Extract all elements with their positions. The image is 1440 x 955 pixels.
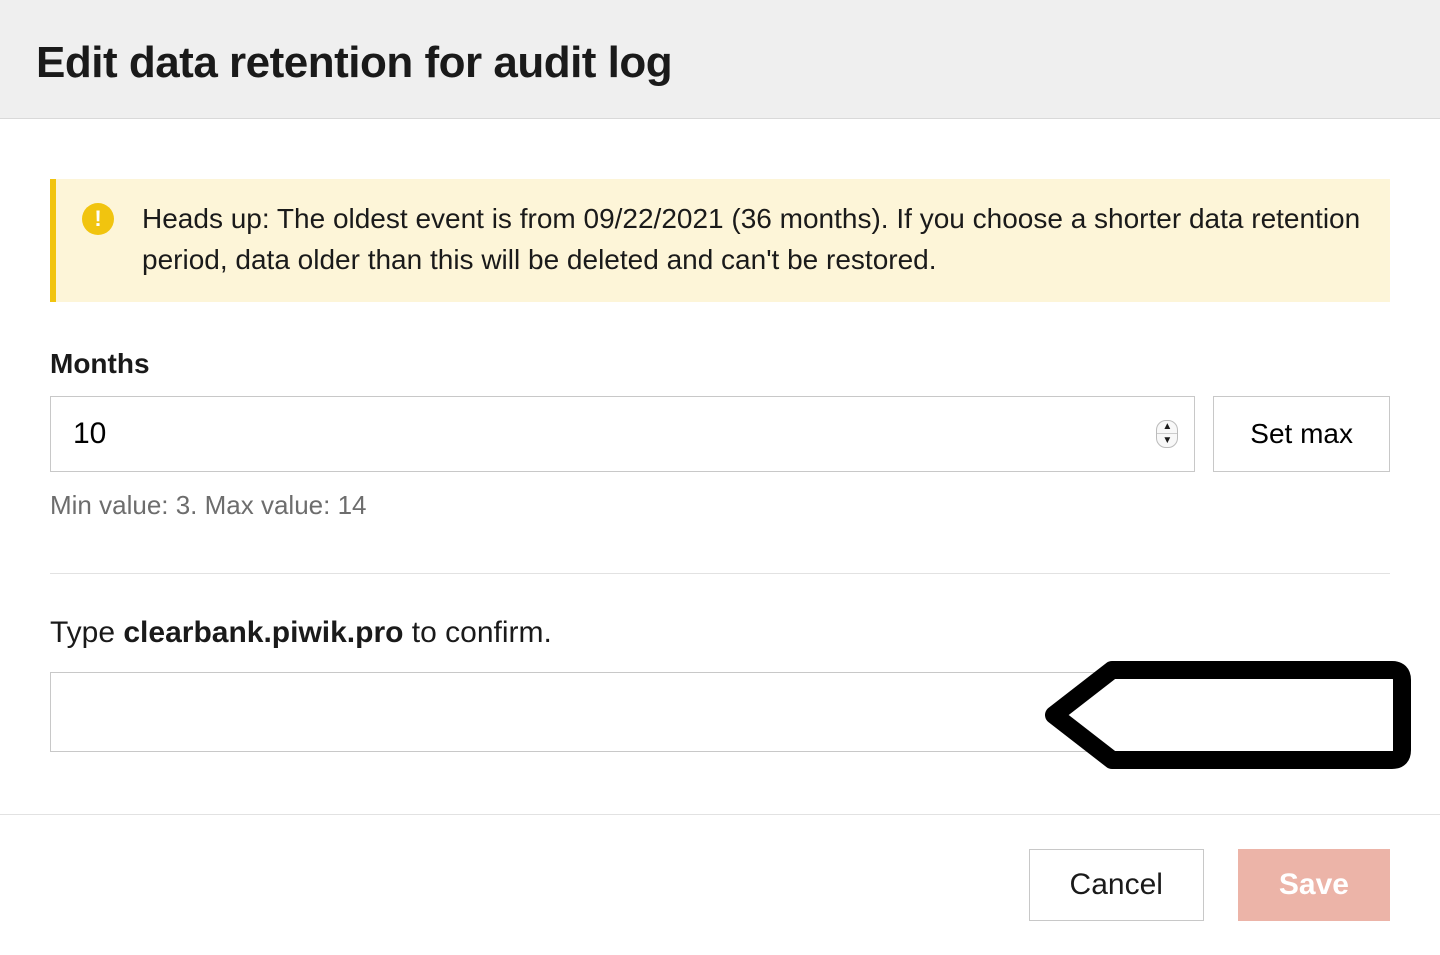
months-stepper[interactable]: ▲ ▼ bbox=[1156, 420, 1178, 448]
months-row: ▲ ▼ Set max bbox=[50, 396, 1390, 472]
confirm-instruction: Type clearbank.piwik.pro to confirm. bbox=[50, 616, 1390, 650]
confirm-domain: clearbank.piwik.pro bbox=[123, 616, 403, 649]
dialog-title: Edit data retention for audit log bbox=[36, 38, 1404, 88]
section-divider bbox=[50, 573, 1390, 574]
confirm-input-wrapper bbox=[50, 672, 1390, 752]
months-input-wrapper: ▲ ▼ bbox=[50, 396, 1195, 472]
warning-text: Heads up: The oldest event is from 09/22… bbox=[142, 199, 1362, 280]
save-button[interactable]: Save bbox=[1238, 849, 1390, 921]
months-hint: Min value: 3. Max value: 14 bbox=[50, 490, 1390, 521]
dialog-body: ! Heads up: The oldest event is from 09/… bbox=[0, 119, 1440, 814]
dialog-header: Edit data retention for audit log bbox=[0, 0, 1440, 119]
months-label: Months bbox=[50, 348, 1390, 380]
cancel-button[interactable]: Cancel bbox=[1029, 849, 1204, 921]
set-max-button[interactable]: Set max bbox=[1213, 396, 1390, 472]
warning-alert: ! Heads up: The oldest event is from 09/… bbox=[50, 179, 1390, 302]
confirm-input[interactable] bbox=[50, 672, 1390, 752]
stepper-up-icon[interactable]: ▲ bbox=[1157, 421, 1177, 434]
dialog-edit-data-retention: Edit data retention for audit log ! Head… bbox=[0, 0, 1440, 955]
dialog-footer: Cancel Save bbox=[0, 814, 1440, 955]
months-input[interactable] bbox=[51, 397, 1194, 471]
stepper-down-icon[interactable]: ▼ bbox=[1157, 434, 1177, 447]
confirm-suffix: to confirm. bbox=[403, 616, 551, 649]
warning-icon: ! bbox=[82, 203, 114, 235]
confirm-prefix: Type bbox=[50, 616, 123, 649]
